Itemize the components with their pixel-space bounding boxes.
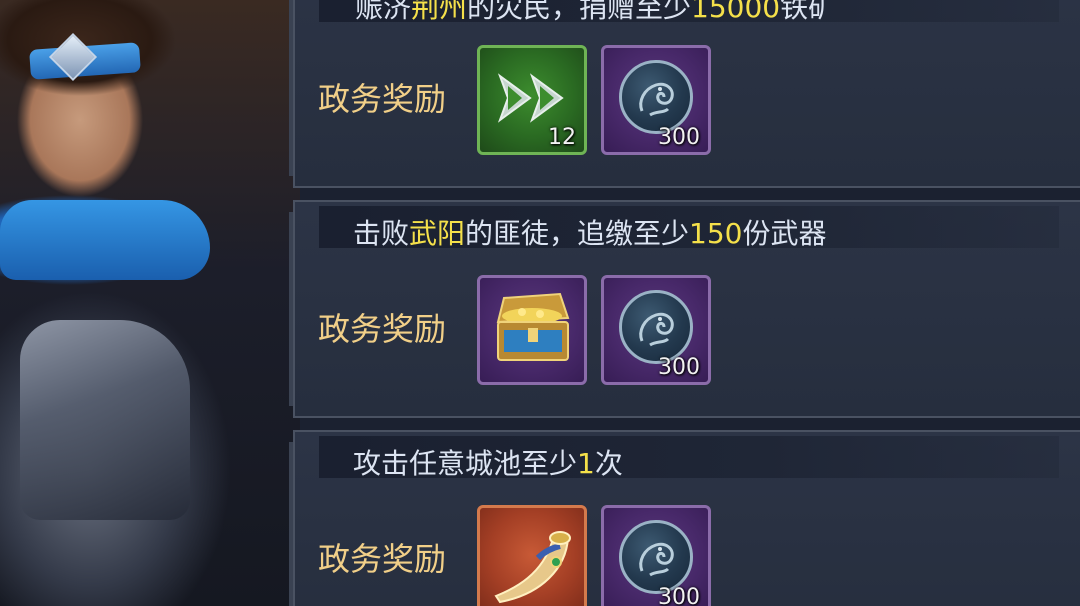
reward-label: 政务奖励	[318, 310, 447, 348]
reward-item-coin[interactable]: 300	[601, 45, 711, 155]
quest-task-text: 赈济荆州的灾民，捐赠至少15000铁矿	[355, 0, 837, 24]
war-horn-icon	[494, 531, 571, 604]
reward-count: 300	[658, 585, 700, 606]
reward-item-chest[interactable]	[477, 275, 587, 385]
hero-armor	[20, 320, 190, 520]
reward-item-coin[interactable]: 300	[601, 275, 711, 385]
quest-task-text: 攻击任意城池至少1次	[353, 447, 623, 480]
reward-item-horn[interactable]	[477, 505, 587, 606]
fast-forward-icon	[497, 73, 564, 123]
treasure-chest-icon	[496, 292, 570, 361]
reward-label: 政务奖励	[318, 540, 447, 578]
reward-count: 300	[658, 355, 700, 380]
dragon-coin-icon	[619, 290, 693, 364]
reward-item-speedup[interactable]: 12	[477, 45, 587, 155]
hero-portrait	[0, 0, 300, 606]
quest-task-text: 击败武阳的匪徒，追缴至少150份武器	[353, 217, 827, 250]
reward-label: 政务奖励	[318, 80, 447, 118]
reward-item-coin[interactable]: 300	[601, 505, 711, 606]
hero-scarf	[0, 200, 210, 280]
reward-count: 300	[658, 125, 700, 150]
dragon-coin-icon	[619, 60, 693, 134]
reward-count: 12	[548, 125, 576, 150]
dragon-coin-icon	[619, 520, 693, 594]
